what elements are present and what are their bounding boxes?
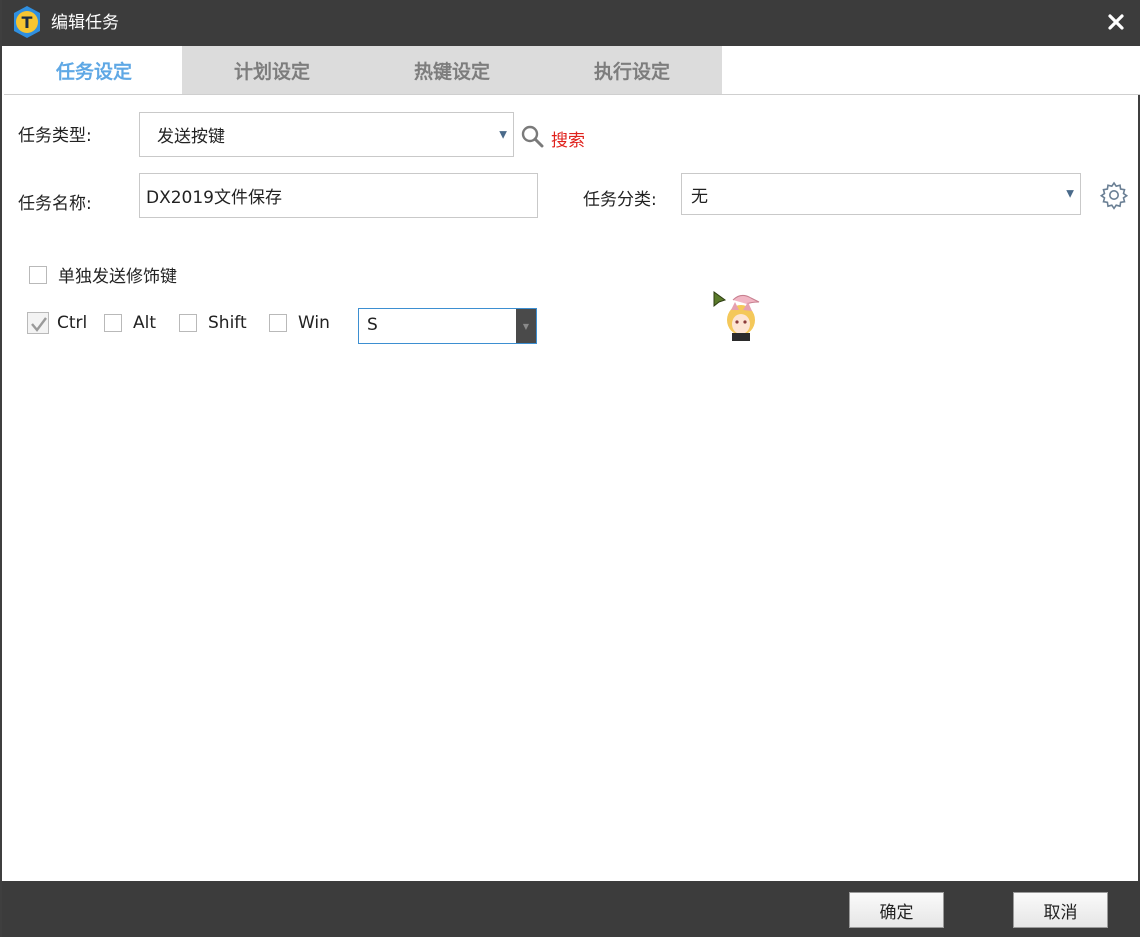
task-type-select[interactable]: 发送按键 ▼ — [139, 112, 514, 157]
title-bar: T 编辑任务 — [2, 0, 1140, 46]
task-type-label: 任务类型: — [18, 126, 92, 146]
chevron-down-icon: ▼ — [499, 129, 507, 140]
checkbox-box[interactable] — [104, 314, 122, 332]
task-name-input[interactable]: DX2019文件保存 — [139, 173, 538, 218]
search-icon[interactable] — [520, 124, 544, 148]
task-type-value: 发送按键 — [157, 127, 225, 147]
ok-button[interactable]: 确定 — [849, 892, 944, 928]
mascot-sprite-icon — [713, 291, 760, 341]
tab-execution-settings[interactable]: 执行设定 — [542, 46, 722, 94]
category-value: 无 — [691, 186, 708, 207]
chevron-down-icon: ▼ — [522, 321, 530, 331]
tab-task-settings[interactable]: 任务设定 — [4, 46, 184, 94]
category-label: 任务分类: — [583, 190, 657, 210]
cancel-button[interactable]: 取消 — [1013, 892, 1108, 928]
edit-task-dialog: T 编辑任务 任务设定 计划设定 热键设定 执行设定 任务类型: 发送按键 ▼ … — [0, 0, 1140, 937]
tab-bar: 任务设定 计划设定 热键设定 执行设定 — [4, 46, 1140, 95]
alt-checkbox[interactable]: Alt — [104, 313, 156, 333]
ctrl-checkbox[interactable]: Ctrl — [27, 312, 87, 334]
checkbox-box[interactable] — [179, 314, 197, 332]
tab-schedule-settings[interactable]: 计划设定 — [182, 46, 362, 94]
svg-text:T: T — [22, 13, 33, 32]
send-modifier-alone-label: 单独发送修饰键 — [58, 267, 177, 287]
key-value: S — [367, 315, 378, 335]
shift-checkbox[interactable]: Shift — [179, 313, 247, 333]
gear-icon[interactable] — [1099, 180, 1129, 210]
ctrl-label: Ctrl — [57, 313, 88, 333]
checkmark-icon — [31, 317, 47, 332]
shift-label: Shift — [208, 313, 247, 333]
win-label: Win — [298, 313, 330, 333]
key-select-dropdown-button[interactable]: ▼ — [516, 309, 536, 343]
window-title: 编辑任务 — [51, 13, 119, 33]
close-icon[interactable] — [1102, 8, 1130, 36]
send-modifier-alone-checkbox[interactable]: 单独发送修饰键 — [29, 262, 177, 287]
checkbox-box[interactable] — [29, 265, 47, 284]
task-name-label: 任务名称: — [18, 194, 92, 214]
category-select[interactable]: 无 ▼ — [681, 173, 1081, 215]
checkbox-box[interactable] — [27, 312, 49, 334]
app-logo-icon: T — [14, 6, 40, 38]
checkbox-box[interactable] — [269, 314, 287, 332]
dialog-footer — [2, 881, 1140, 937]
key-select[interactable]: S ▼ — [358, 308, 537, 344]
alt-label: Alt — [133, 313, 157, 333]
tab-hotkey-settings[interactable]: 热键设定 — [362, 46, 542, 94]
win-checkbox[interactable]: Win — [269, 313, 330, 333]
chevron-down-icon: ▼ — [1066, 188, 1074, 200]
search-link[interactable]: 搜索 — [551, 126, 585, 151]
